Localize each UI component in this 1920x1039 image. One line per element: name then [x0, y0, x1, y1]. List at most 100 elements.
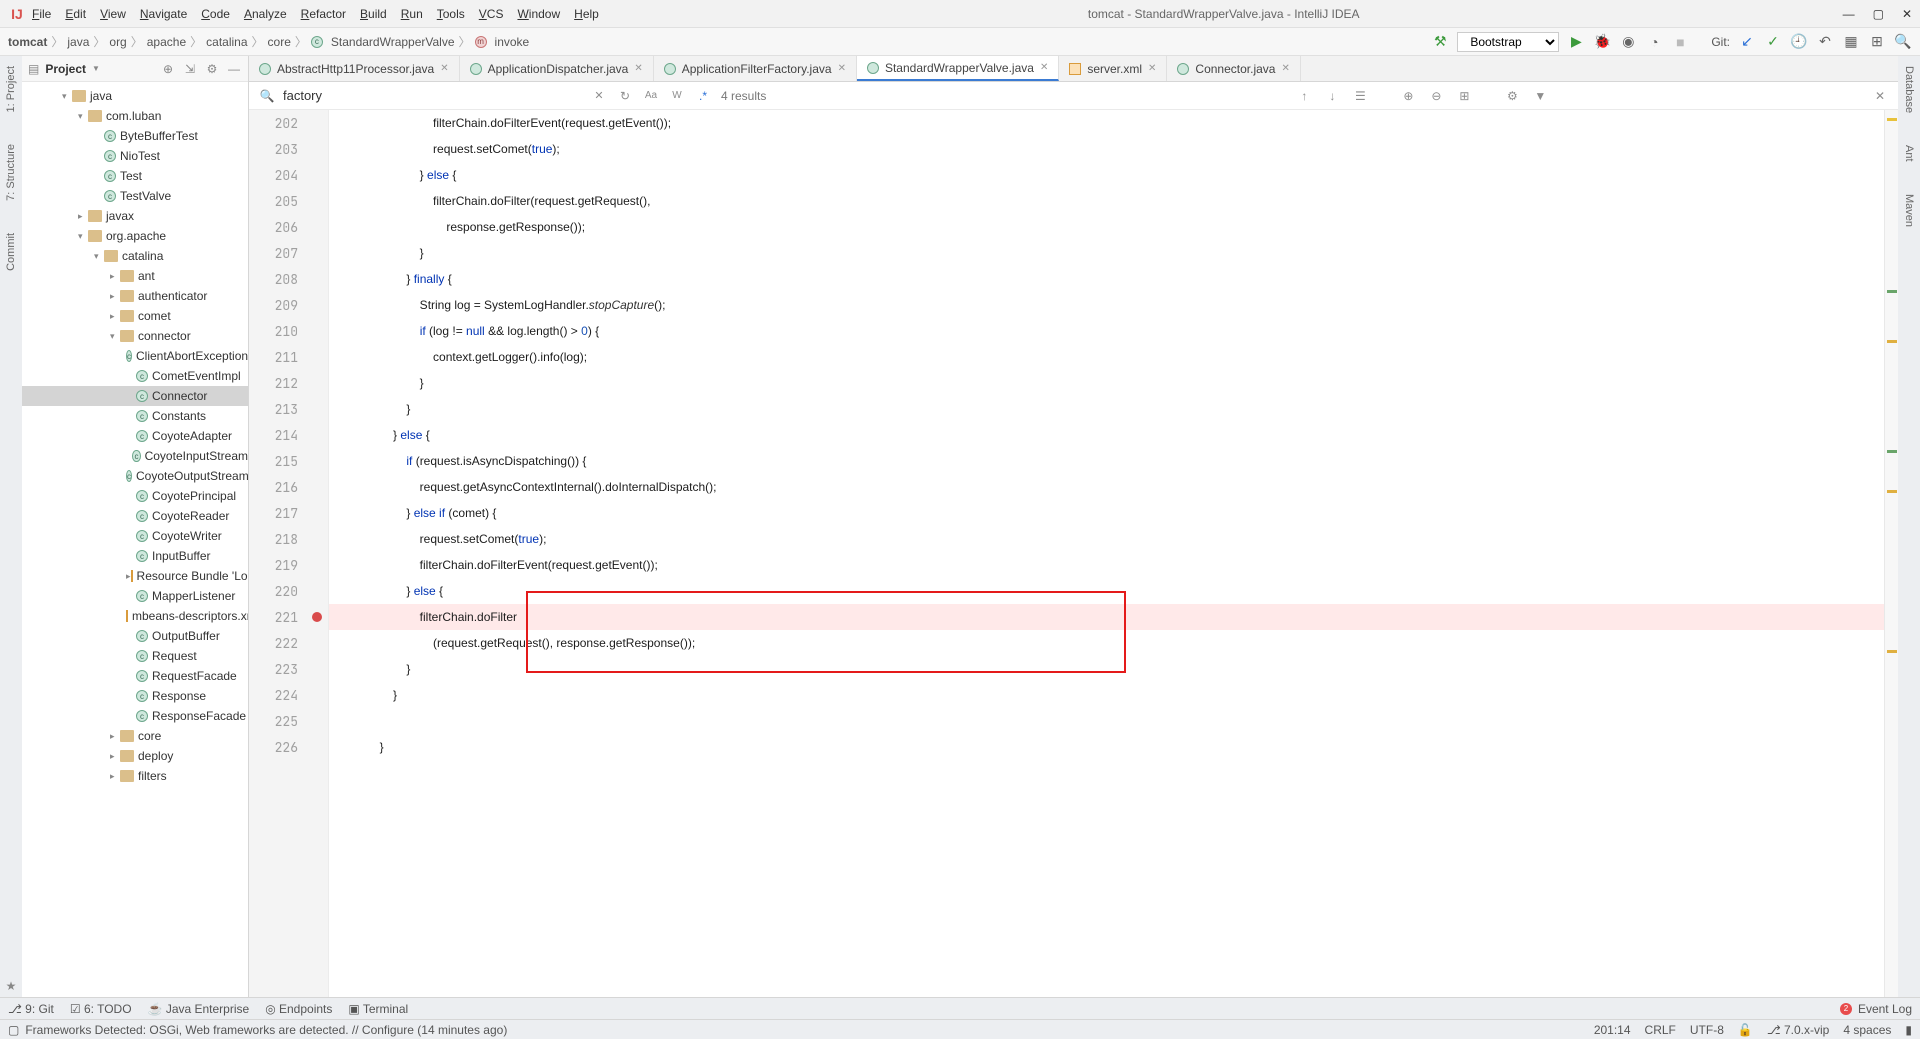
- tab-ant[interactable]: Ant: [1903, 139, 1915, 168]
- tree-item[interactable]: CoyoteReader: [22, 506, 248, 526]
- tree-item[interactable]: ▸ant: [22, 266, 248, 286]
- git-commit-icon[interactable]: ✓: [1764, 33, 1782, 51]
- bottom-terminal[interactable]: ▣ Terminal: [348, 1002, 408, 1016]
- code-line[interactable]: }: [329, 370, 1884, 396]
- code-line[interactable]: } else {: [329, 162, 1884, 188]
- clear-icon[interactable]: ✕: [589, 86, 609, 106]
- tree-item[interactable]: RequestFacade: [22, 666, 248, 686]
- minimize-icon[interactable]: —: [1843, 7, 1855, 21]
- tree-item[interactable]: ▸core: [22, 726, 248, 746]
- tree-item[interactable]: Response: [22, 686, 248, 706]
- case-icon[interactable]: Aa: [641, 86, 661, 106]
- gear-icon[interactable]: ⚙: [204, 61, 220, 77]
- regex-icon[interactable]: .*: [693, 86, 713, 106]
- tree-item[interactable]: NioTest: [22, 146, 248, 166]
- line-number[interactable]: 215: [249, 448, 328, 474]
- line-number[interactable]: 208: [249, 266, 328, 292]
- code-line[interactable]: String log = SystemLogHandler.stopCaptur…: [329, 292, 1884, 318]
- tree-item[interactable]: CoyotePrincipal: [22, 486, 248, 506]
- editor-tab[interactable]: ApplicationDispatcher.java✕: [460, 56, 654, 81]
- editor-tab[interactable]: AbstractHttp11Processor.java✕: [249, 56, 460, 81]
- line-number[interactable]: 222: [249, 630, 328, 656]
- select-all-icon[interactable]: ☰: [1350, 86, 1370, 106]
- code-line[interactable]: }: [329, 734, 1884, 760]
- breadcrumb[interactable]: tomcat 〉 java 〉 org 〉 apache 〉 catalina …: [8, 33, 529, 50]
- bottom-git[interactable]: ⎇ 9: Git: [8, 1002, 54, 1016]
- line-number[interactable]: 220: [249, 578, 328, 604]
- code-line[interactable]: [329, 708, 1884, 734]
- tree-item[interactable]: ClientAbortException: [22, 346, 248, 366]
- git-history-icon[interactable]: 🕘: [1790, 33, 1808, 51]
- tree-item[interactable]: ▸filters: [22, 766, 248, 786]
- line-number[interactable]: 202: [249, 110, 328, 136]
- menu-analyze[interactable]: Analyze: [238, 5, 293, 23]
- tree-item[interactable]: CoyoteAdapter: [22, 426, 248, 446]
- line-number[interactable]: 207: [249, 240, 328, 266]
- line-number[interactable]: 213: [249, 396, 328, 422]
- locate-icon[interactable]: ⊕: [160, 61, 176, 77]
- tree-item[interactable]: ▸javax: [22, 206, 248, 226]
- tree-item[interactable]: ▸Resource Bundle 'LocalStrings': [22, 566, 248, 586]
- favorites-icon[interactable]: ★: [6, 979, 17, 993]
- crumb-tomcat[interactable]: tomcat: [8, 35, 47, 49]
- line-separator[interactable]: CRLF: [1645, 1023, 1676, 1037]
- bottom-todo[interactable]: ☑ 6: TODO: [70, 1002, 132, 1016]
- word-icon[interactable]: W: [667, 86, 687, 106]
- menu-build[interactable]: Build: [354, 5, 393, 23]
- line-number[interactable]: 218: [249, 526, 328, 552]
- menu-refactor[interactable]: Refactor: [295, 5, 352, 23]
- code-line[interactable]: }: [329, 396, 1884, 422]
- line-number[interactable]: 211: [249, 344, 328, 370]
- hide-icon[interactable]: —: [226, 61, 242, 77]
- code-line[interactable]: if (log != null && log.length() > 0) {: [329, 318, 1884, 344]
- ide-grid-icon[interactable]: ▦: [1842, 33, 1860, 51]
- bottom-java-ee[interactable]: ☕ Java Enterprise: [148, 1002, 250, 1016]
- tree-item[interactable]: ByteBufferTest: [22, 126, 248, 146]
- crumb-java[interactable]: java: [67, 35, 89, 49]
- prev-icon[interactable]: ↑: [1294, 86, 1314, 106]
- line-number[interactable]: 219: [249, 552, 328, 578]
- readonly-icon[interactable]: 🔓: [1738, 1023, 1753, 1037]
- crumb-org[interactable]: org: [109, 35, 126, 49]
- line-number[interactable]: 204: [249, 162, 328, 188]
- close-tab-icon[interactable]: ✕: [1040, 62, 1048, 73]
- code-line[interactable]: } else if (comet) {: [329, 500, 1884, 526]
- tree-item[interactable]: ▾org.apache: [22, 226, 248, 246]
- close-tab-icon[interactable]: ✕: [838, 63, 846, 74]
- event-log[interactable]: Event Log: [1858, 1002, 1912, 1016]
- next-icon[interactable]: ↓: [1322, 86, 1342, 106]
- tab-commit[interactable]: Commit: [5, 227, 17, 277]
- editor-tab[interactable]: StandardWrapperValve.java✕: [857, 56, 1059, 81]
- menu-edit[interactable]: Edit: [59, 5, 92, 23]
- status-message[interactable]: Frameworks Detected: OSGi, Web framework…: [25, 1023, 507, 1037]
- debug-icon[interactable]: 🐞: [1593, 33, 1611, 51]
- git-branch[interactable]: ⎇ 7.0.x-vip: [1767, 1023, 1830, 1037]
- memory-icon[interactable]: ▮: [1905, 1023, 1912, 1037]
- project-tree[interactable]: ▾java▾com.lubanByteBufferTestNioTestTest…: [22, 82, 248, 997]
- line-number[interactable]: 221: [249, 604, 328, 630]
- ide-settings-icon[interactable]: ⊞: [1868, 33, 1886, 51]
- tree-item[interactable]: Constants: [22, 406, 248, 426]
- settings-icon[interactable]: ⚙: [1502, 86, 1522, 106]
- run-icon[interactable]: ▶: [1567, 33, 1585, 51]
- crumb-invoke[interactable]: invoke: [495, 35, 530, 49]
- tree-item[interactable]: MapperListener: [22, 586, 248, 606]
- close-find-icon[interactable]: ✕: [1870, 86, 1890, 106]
- menu-window[interactable]: Window: [511, 5, 566, 23]
- tree-item[interactable]: Request: [22, 646, 248, 666]
- tree-item[interactable]: mbeans-descriptors.xml: [22, 606, 248, 626]
- error-stripe[interactable]: [1884, 110, 1898, 997]
- close-tab-icon[interactable]: ✕: [634, 63, 642, 74]
- coverage-icon[interactable]: ◉: [1619, 33, 1637, 51]
- tab-structure[interactable]: 7: Structure: [5, 138, 17, 207]
- code-line[interactable]: } else {: [329, 422, 1884, 448]
- git-revert-icon[interactable]: ↶: [1816, 33, 1834, 51]
- expand-icon[interactable]: ⇲: [182, 61, 198, 77]
- tree-item[interactable]: ▾connector: [22, 326, 248, 346]
- tree-item[interactable]: ▸comet: [22, 306, 248, 326]
- history-icon[interactable]: ↻: [615, 86, 635, 106]
- menu-tools[interactable]: Tools: [431, 5, 471, 23]
- tree-item[interactable]: Connector: [22, 386, 248, 406]
- line-number[interactable]: 212: [249, 370, 328, 396]
- encoding[interactable]: UTF-8: [1690, 1023, 1724, 1037]
